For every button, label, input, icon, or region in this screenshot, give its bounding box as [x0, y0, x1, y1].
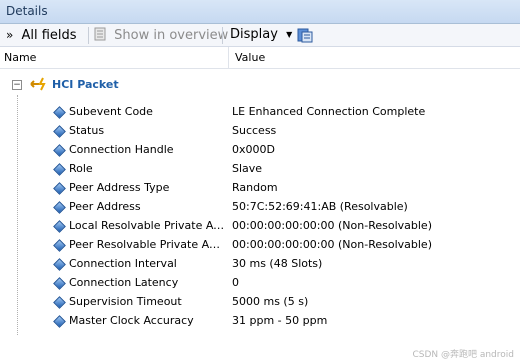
toolbar: » All fields Show in overview Display ▼	[0, 24, 520, 47]
field-row[interactable]: Subevent Code LE Enhanced Connection Com…	[0, 102, 520, 121]
dropdown-arrow-icon: ▼	[286, 30, 293, 39]
field-row[interactable]: Peer Address 50:7C:52:69:41:AB (Resolvab…	[0, 197, 520, 216]
toolbar-separator	[88, 27, 89, 44]
column-header-name[interactable]: Name	[4, 51, 36, 64]
field-name: Role	[69, 162, 93, 175]
field-name: Local Resolvable Private Addr…	[69, 219, 225, 232]
field-value: LE Enhanced Connection Complete	[232, 105, 426, 118]
details-title-bar: Details	[0, 0, 520, 24]
field-row[interactable]: Status Success	[0, 121, 520, 140]
show-in-overview-label: Show in overview	[114, 28, 229, 43]
field-diamond-icon	[53, 163, 66, 176]
panel-title: Details	[6, 4, 48, 18]
field-name: Supervision Timeout	[69, 295, 182, 308]
field-name: Connection Latency	[69, 276, 179, 289]
field-value: Slave	[232, 162, 263, 175]
field-name: Connection Handle	[69, 143, 174, 156]
field-diamond-icon	[53, 258, 66, 271]
field-diamond-icon	[53, 144, 66, 157]
all-fields-button[interactable]: » All fields	[6, 27, 77, 43]
field-row[interactable]: Supervision Timeout 5000 ms (5 s)	[0, 292, 520, 311]
field-diamond-icon	[53, 201, 66, 214]
field-diamond-icon	[53, 220, 66, 233]
field-row[interactable]: Master Clock Accuracy 31 ppm - 50 ppm	[0, 311, 520, 330]
field-value: 31 ppm - 50 ppm	[232, 314, 328, 327]
field-value: 00:00:00:00:00:00 (Non-Resolvable)	[232, 219, 432, 232]
toolbar-separator	[222, 27, 223, 44]
field-diamond-icon	[53, 106, 66, 119]
collapse-toggle[interactable]: −	[12, 80, 22, 90]
display-dropdown[interactable]: Display ▼	[230, 27, 292, 43]
field-diamond-icon	[53, 277, 66, 290]
show-in-overview-button[interactable]: Show in overview	[94, 27, 228, 43]
field-row[interactable]: Local Resolvable Private Addr… 00:00:00:…	[0, 216, 520, 235]
field-value: Random	[232, 181, 278, 194]
display-label: Display	[230, 27, 278, 42]
all-fields-label: All fields	[21, 28, 77, 43]
field-diamond-icon	[53, 182, 66, 195]
field-name: Connection Interval	[69, 257, 177, 270]
field-name: Subevent Code	[69, 105, 153, 118]
field-row[interactable]: Peer Address Type Random	[0, 178, 520, 197]
double-chevron-down-icon: »	[6, 28, 14, 42]
field-diamond-icon	[53, 125, 66, 138]
watermark: CSDN @奔跑吧 android	[412, 350, 514, 360]
column-header: Name Value	[0, 47, 520, 69]
document-icon	[94, 27, 106, 41]
field-name: Master Clock Accuracy	[69, 314, 194, 327]
field-value: 0x000D	[232, 143, 275, 156]
field-diamond-icon	[53, 239, 66, 252]
hci-packet-group[interactable]: − HCI Packet	[0, 73, 520, 95]
field-name: Peer Address	[69, 200, 141, 213]
field-name: Peer Address Type	[69, 181, 170, 194]
field-value: 00:00:00:00:00:00 (Non-Resolvable)	[232, 238, 432, 251]
group-title: HCI Packet	[52, 78, 119, 91]
column-header-value[interactable]: Value	[235, 51, 265, 64]
field-row[interactable]: Peer Resolvable Private Addr… 00:00:00:0…	[0, 235, 520, 254]
field-value: 30 ms (48 Slots)	[232, 257, 323, 270]
field-name: Peer Resolvable Private Addr…	[69, 238, 225, 251]
field-value: Success	[232, 124, 277, 137]
field-row[interactable]: Connection Interval 30 ms (48 Slots)	[0, 254, 520, 273]
field-diamond-icon	[53, 296, 66, 309]
hci-packet-icon	[30, 77, 46, 91]
field-row[interactable]: Connection Handle 0x000D	[0, 140, 520, 159]
field-value: 5000 ms (5 s)	[232, 295, 309, 308]
field-name: Status	[69, 124, 105, 137]
export-icon	[297, 28, 313, 43]
column-divider[interactable]	[228, 47, 229, 68]
field-diamond-icon	[53, 315, 66, 328]
export-button[interactable]	[296, 27, 314, 43]
field-row[interactable]: Role Slave	[0, 159, 520, 178]
field-value: 50:7C:52:69:41:AB (Resolvable)	[232, 200, 408, 213]
field-value: 0	[232, 276, 239, 289]
field-row[interactable]: Connection Latency 0	[0, 273, 520, 292]
